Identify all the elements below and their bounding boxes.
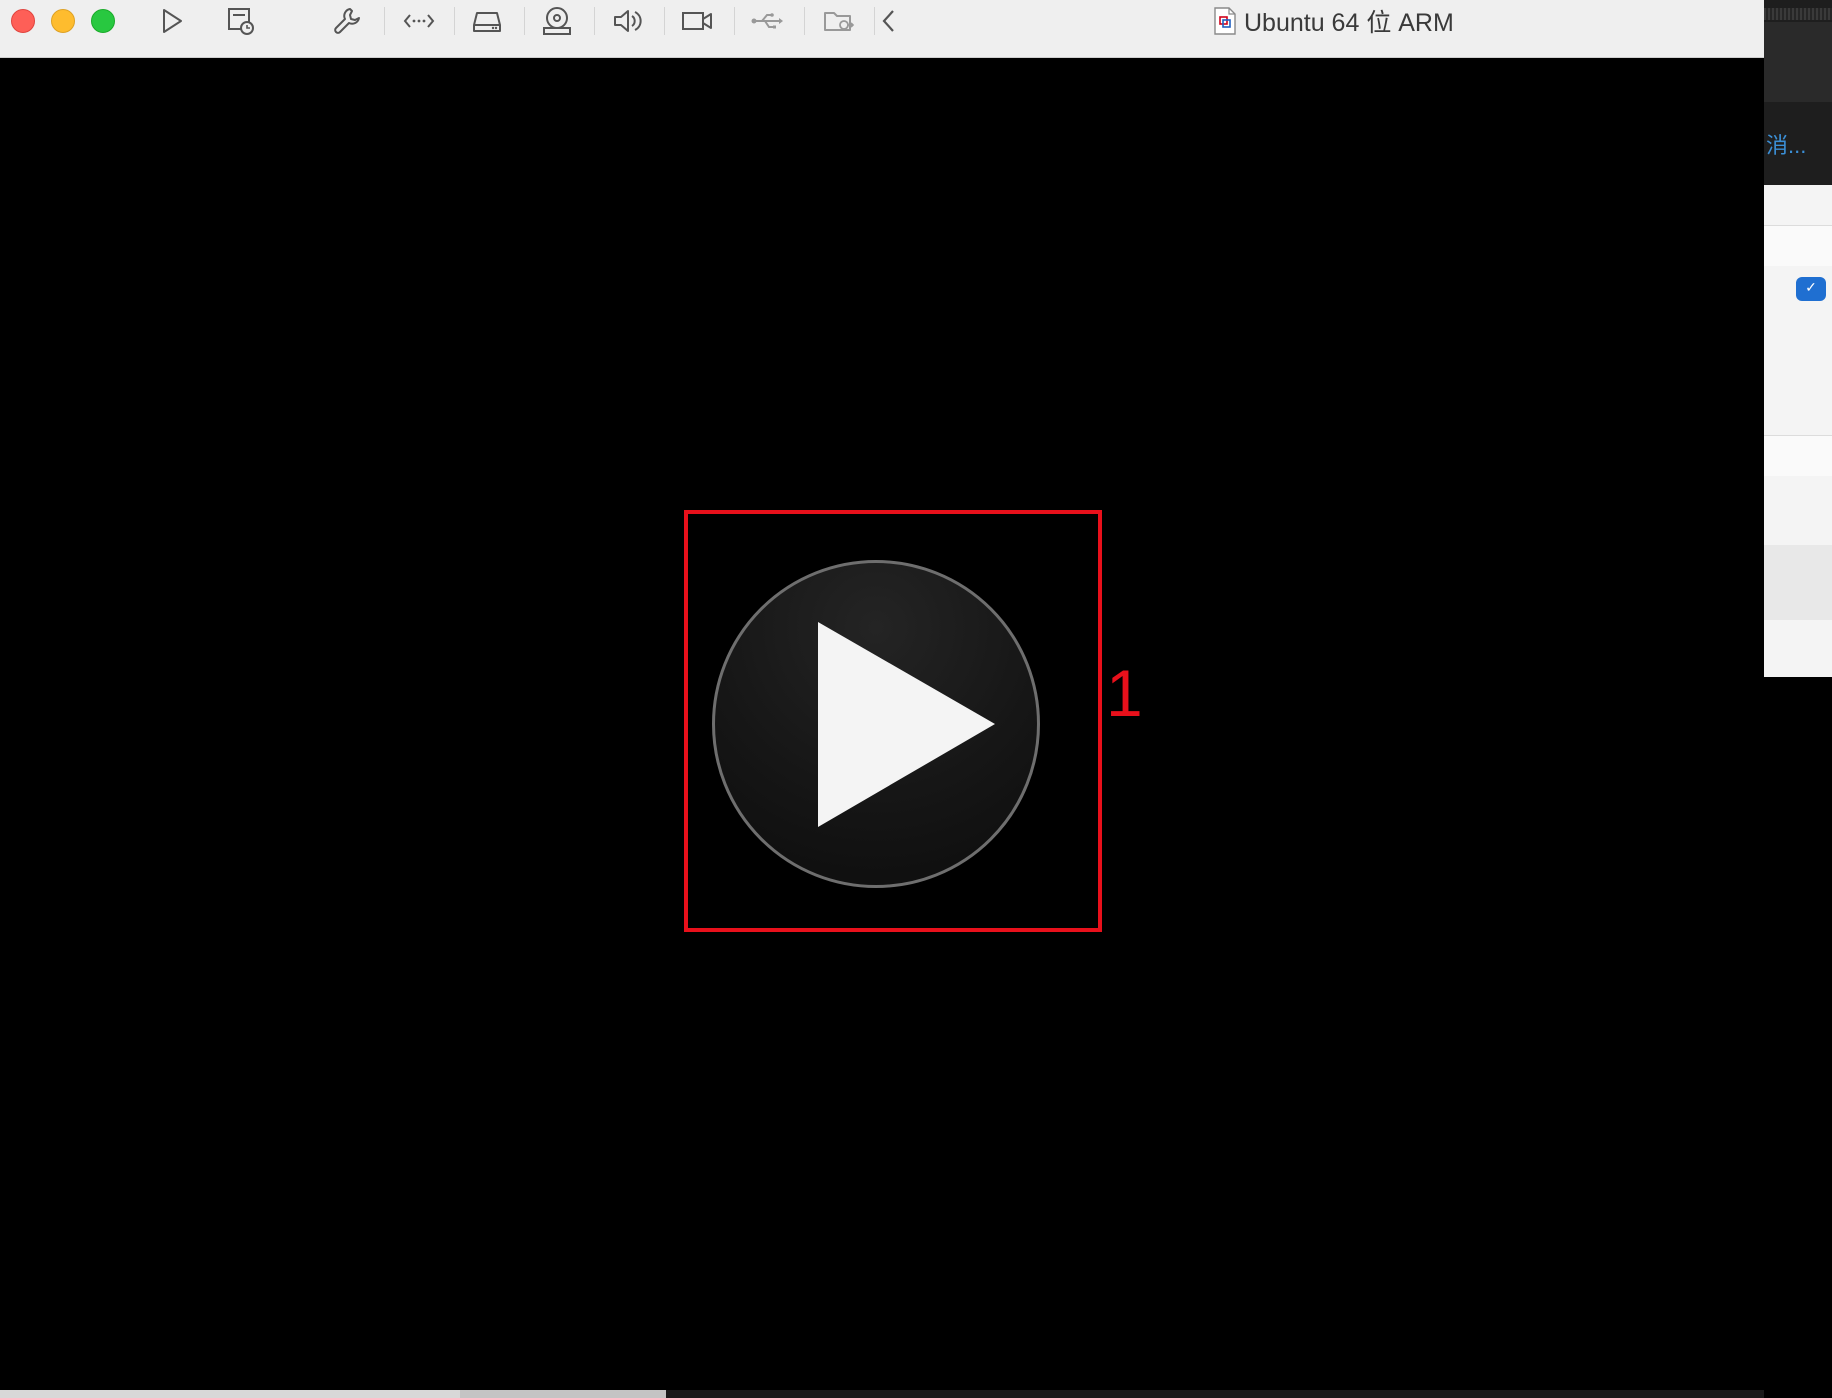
wrench-icon[interactable] [330,4,364,38]
vm-document-icon [1214,7,1236,35]
cd-drive-icon[interactable] [540,4,574,38]
toolbar-separator [454,7,455,35]
background-app-link[interactable]: 消... [1766,128,1806,160]
minimize-window-button[interactable] [51,9,75,33]
window-title: Ubuntu 64 位 ARM [1244,9,1454,37]
power-on-play-button[interactable] [712,560,1040,888]
checkbox-checked-icon[interactable]: ✓ [1796,277,1826,301]
background-app-header: 消... [1764,0,1832,185]
shared-folder-icon[interactable] [822,4,856,38]
play-icon[interactable] [155,4,189,38]
bottom-bar-segment [460,1390,666,1398]
titlebar: Ubuntu 64 位 ARM [0,0,1764,58]
chevron-left-icon[interactable] [872,4,906,38]
toolbar-separator [524,7,525,35]
snapshot-icon[interactable] [224,4,258,38]
bottom-scroll-bar [0,1390,1764,1398]
background-app-row [1764,225,1832,266]
background-app-section [1764,545,1832,620]
play-triangle-icon [818,622,995,827]
annotation-label: 1 [1106,656,1143,730]
toolbar-separator [594,7,595,35]
background-app-hatch [1764,8,1832,20]
bottom-bar-segment [0,1390,460,1398]
maximize-window-button[interactable] [91,9,115,33]
toolbar-separator [384,7,385,35]
sound-icon[interactable] [610,4,644,38]
vm-window: Ubuntu 64 位 ARM 1 [0,0,1764,1398]
background-app-band [1764,22,1832,102]
network-icon[interactable] [402,4,436,38]
toolbar-separator [664,7,665,35]
screen: 消... ✓ Ubuntu 64 位 ARM 1 [0,0,1832,1398]
toolbar-separator [804,7,805,35]
usb-icon[interactable] [750,4,784,38]
close-window-button[interactable] [11,9,35,33]
background-app-window: 消... ✓ [1764,0,1832,1398]
camera-icon[interactable] [680,4,714,38]
background-app-panel: ✓ [1764,185,1832,677]
window-title-area: Ubuntu 64 位 ARM [1214,4,1454,38]
hard-disk-icon[interactable] [470,4,504,38]
background-app-row [1764,435,1832,476]
toolbar-separator [734,7,735,35]
